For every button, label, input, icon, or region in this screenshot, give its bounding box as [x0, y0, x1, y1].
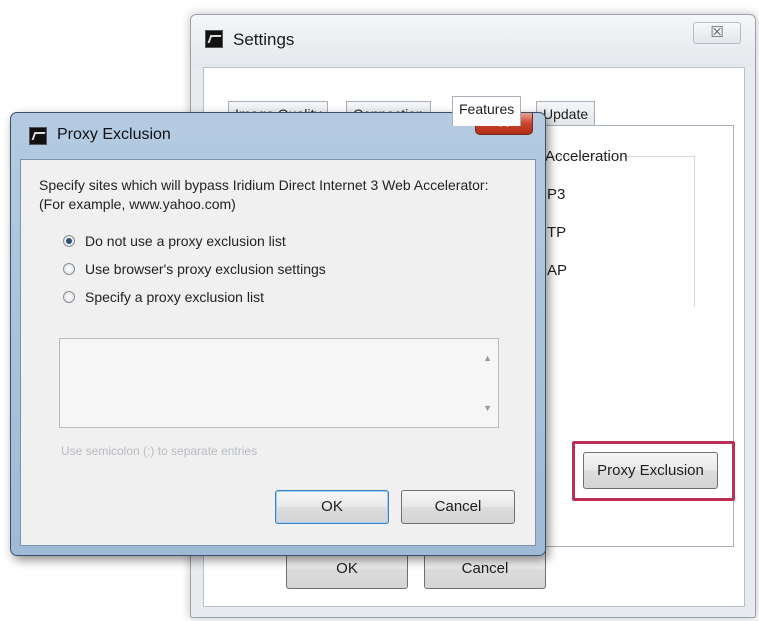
- separator-hint: Use semicolon (;) to separate entries: [61, 444, 258, 458]
- radio-icon[interactable]: [63, 235, 75, 247]
- tab-features[interactable]: Features: [452, 96, 522, 126]
- scroll-up-icon[interactable]: ▲: [483, 353, 492, 363]
- exclusion-list-input[interactable]: ▲ ▼: [59, 338, 499, 428]
- dialog-ok-button[interactable]: OK: [275, 490, 389, 524]
- dialog-body: Specify sites which will bypass Iridium …: [20, 159, 536, 546]
- radio-label: Use browser's proxy exclusion settings: [85, 261, 326, 277]
- radio-specify-list[interactable]: Specify a proxy exclusion list: [63, 287, 264, 307]
- proxy-exclusion-dialog: Proxy Exclusion ✕ Specify sites which wi…: [10, 112, 546, 556]
- scroll-down-icon[interactable]: ▼: [483, 403, 492, 413]
- proxy-exclusion-button[interactable]: Proxy Exclusion: [583, 452, 718, 489]
- dialog-cancel-button[interactable]: Cancel: [401, 490, 515, 524]
- radio-icon[interactable]: [63, 291, 75, 303]
- close-icon[interactable]: ☒: [693, 22, 741, 44]
- feature-label-acceleration: Acceleration: [545, 148, 628, 165]
- feature-label-ap: AP: [547, 262, 568, 279]
- radio-no-exclusion-list[interactable]: Do not use a proxy exclusion list: [63, 231, 286, 251]
- feature-label-p3: P3: [547, 186, 566, 203]
- dialog-description: Specify sites which will bypass Iridium …: [39, 177, 489, 212]
- radio-icon[interactable]: [63, 263, 75, 275]
- dialog-title: Proxy Exclusion: [57, 126, 171, 143]
- app-icon: [29, 127, 47, 145]
- radio-label: Specify a proxy exclusion list: [85, 289, 264, 305]
- app-icon: [205, 30, 223, 48]
- settings-titlebar[interactable]: Settings ☒: [191, 15, 755, 67]
- feature-label-tp: TP: [547, 224, 567, 241]
- radio-label: Do not use a proxy exclusion list: [85, 233, 286, 249]
- radio-browser-settings[interactable]: Use browser's proxy exclusion settings: [63, 259, 326, 279]
- feature-group-frame: [544, 156, 695, 307]
- settings-title: Settings: [233, 30, 295, 49]
